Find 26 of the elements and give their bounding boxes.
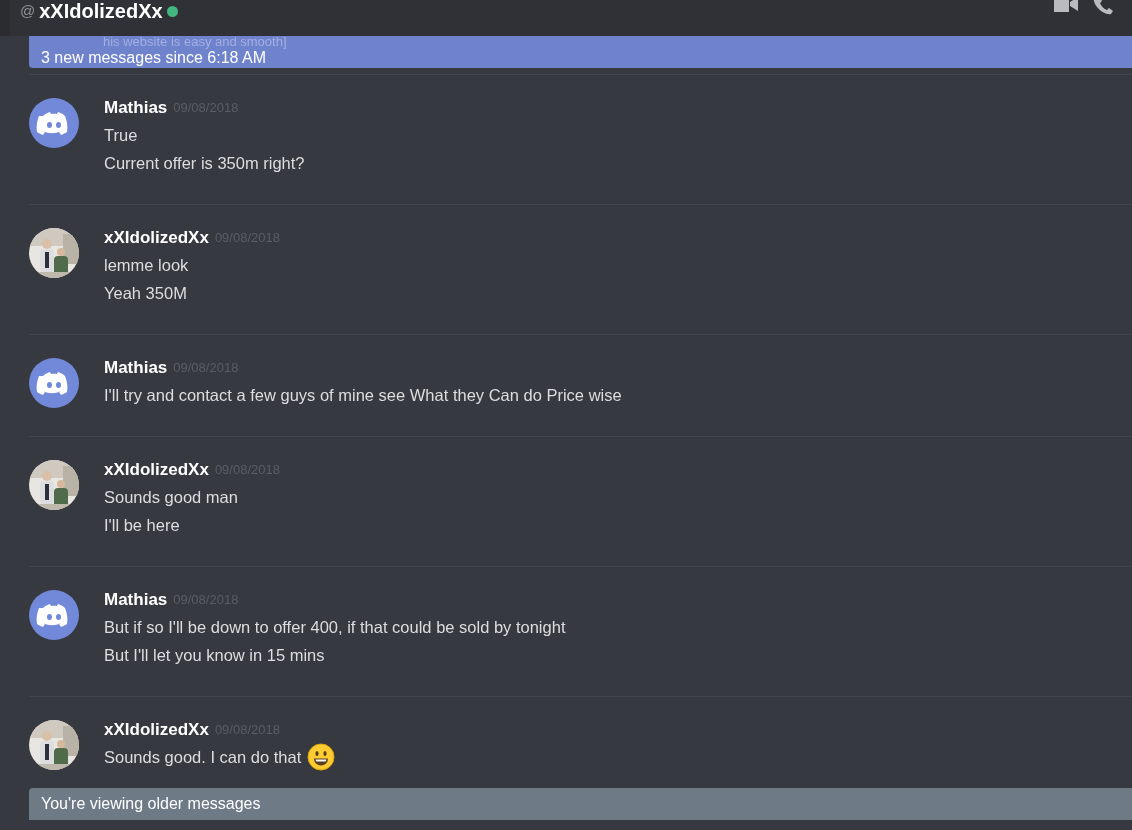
older-messages-bar[interactable]: You're viewing older messages — [29, 788, 1132, 820]
video-call-icon[interactable] — [1054, 0, 1078, 14]
author-name[interactable]: Mathias — [104, 587, 168, 613]
message-text: But I'll let you know in 15 mins — [104, 644, 325, 666]
author-name[interactable]: Mathias — [104, 95, 168, 121]
at-sign: @ — [20, 0, 36, 21]
smiley-emoji-icon — [307, 743, 336, 771]
author-name[interactable]: xXIdolizedXx — [104, 225, 209, 251]
phone-call-icon[interactable] — [1092, 0, 1114, 16]
message-text: Sounds good man — [104, 486, 238, 508]
message-text: lemme look — [104, 254, 189, 276]
message-text: I'll try and contact a few guys of mine see What they Can do Price wise — [104, 384, 622, 406]
message-text: Sounds good. I can do that — [104, 746, 302, 768]
discord-logo-avatar — [29, 590, 79, 640]
new-messages-text: 3 new messages since 6:18 AM — [41, 49, 266, 67]
message-text: Yeah 350M — [104, 282, 187, 304]
channel-username: xXIdolizedXx — [39, 1, 163, 21]
message-text: True — [104, 124, 138, 146]
author-name[interactable]: xXIdolizedXx — [104, 457, 209, 483]
message-text: But if so I'll be down to offer 400, if that could be sold by tonight — [104, 616, 566, 638]
message-text: Current offer is 350m right? — [104, 152, 305, 174]
discord-logo-avatar — [29, 98, 79, 148]
discord-logo-avatar — [29, 358, 79, 408]
author-name[interactable]: xXIdolizedXx — [104, 717, 209, 743]
author-name[interactable]: Mathias — [104, 355, 168, 381]
message-text: I'll be here — [104, 514, 180, 536]
